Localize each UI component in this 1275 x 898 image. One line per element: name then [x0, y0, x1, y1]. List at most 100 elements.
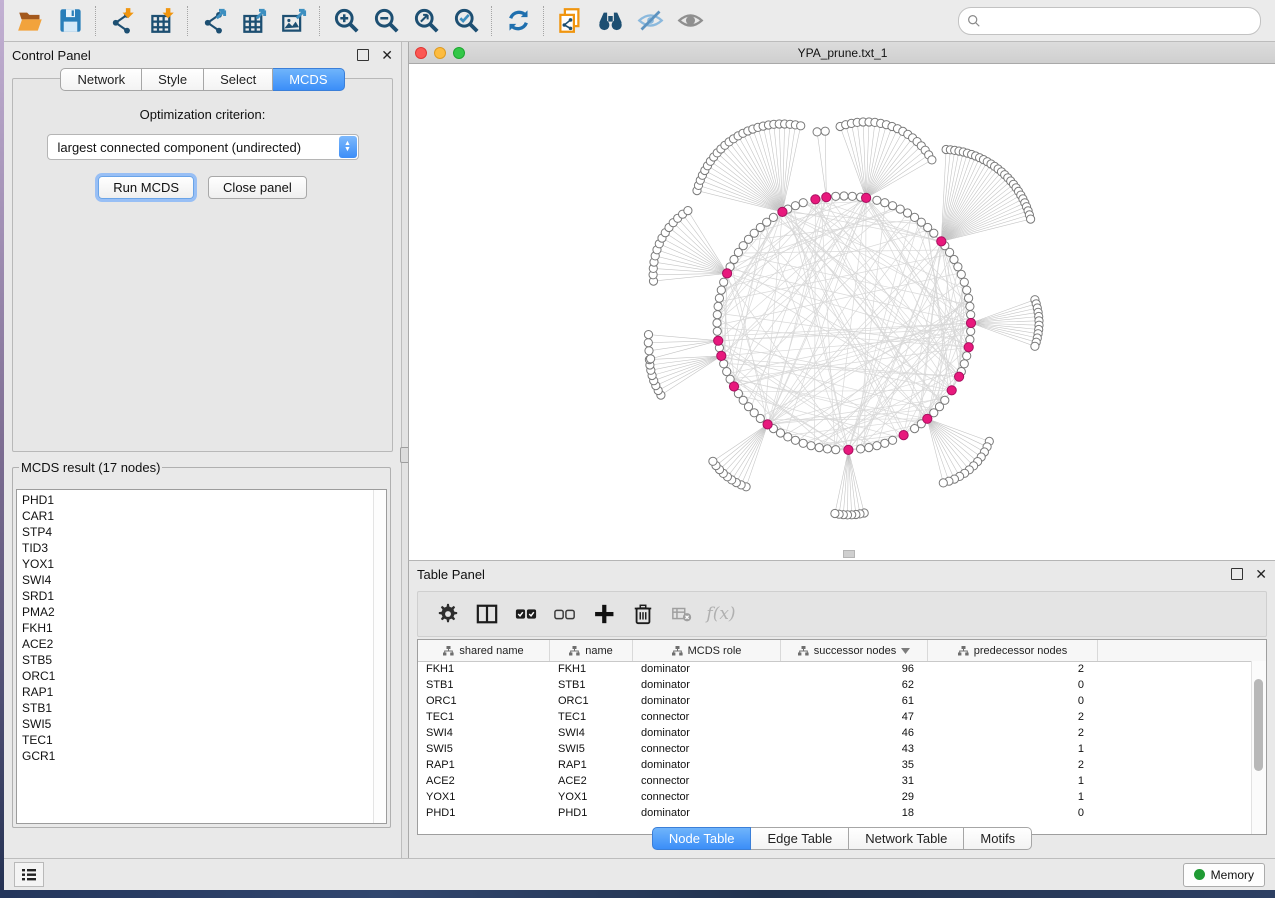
- first-neighbors-icon[interactable]: [590, 4, 630, 38]
- tab-style[interactable]: Style: [142, 68, 204, 91]
- toolbar-separator: [543, 6, 545, 36]
- table-row[interactable]: RAP1RAP1dominator352: [418, 758, 1266, 774]
- cell: RAP1: [550, 758, 633, 774]
- table-row[interactable]: PHD1PHD1dominator180: [418, 806, 1266, 822]
- tab-select[interactable]: Select: [204, 68, 273, 91]
- export-table-icon[interactable]: [234, 4, 274, 38]
- export-image-icon[interactable]: [274, 4, 314, 38]
- criterion-select[interactable]: largest connected component (undirected)…: [47, 134, 359, 160]
- mcds-node-item[interactable]: STB1: [22, 700, 386, 716]
- optimization-criterion-label: Optimization criterion:: [13, 107, 392, 122]
- trash-icon[interactable]: [627, 598, 659, 630]
- table-row[interactable]: YOX1YOX1connector291: [418, 790, 1266, 806]
- close-panel-icon[interactable]: ✕: [381, 50, 393, 60]
- plus-icon[interactable]: [588, 598, 620, 630]
- mcds-node-item[interactable]: TID3: [22, 540, 386, 556]
- hide-selected-icon[interactable]: [630, 4, 670, 38]
- check-pair-icon[interactable]: [510, 598, 542, 630]
- mcds-node-item[interactable]: STB5: [22, 652, 386, 668]
- cell: FKH1: [550, 662, 633, 678]
- canvas-grip[interactable]: [843, 550, 855, 558]
- tab-motifs[interactable]: Motifs: [964, 827, 1032, 850]
- mcds-node-item[interactable]: RAP1: [22, 684, 386, 700]
- cell: SWI4: [550, 726, 633, 742]
- network-titlebar[interactable]: YPA_prune.txt_1: [409, 42, 1275, 64]
- cell: connector: [633, 774, 781, 790]
- close-panel-button[interactable]: Close panel: [208, 176, 307, 199]
- table-scrollbar[interactable]: [1251, 661, 1266, 834]
- result-list-scrollbar[interactable]: [373, 490, 386, 823]
- save-icon[interactable]: [50, 4, 90, 38]
- cell: 43: [781, 742, 928, 758]
- uncheck-pair-icon[interactable]: [549, 598, 581, 630]
- export-network-icon[interactable]: [194, 4, 234, 38]
- float-table-panel-icon[interactable]: [1231, 568, 1243, 580]
- search-box[interactable]: [958, 7, 1261, 35]
- table-row[interactable]: ORC1ORC1dominator610: [418, 694, 1266, 710]
- mcds-node-item[interactable]: GCR1: [22, 748, 386, 764]
- column-header-successor-nodes[interactable]: successor nodes: [781, 640, 928, 661]
- mcds-node-item[interactable]: SRD1: [22, 588, 386, 604]
- criterion-value: largest connected component (undirected): [48, 140, 339, 155]
- refresh-icon[interactable]: [498, 4, 538, 38]
- memory-label: Memory: [1211, 868, 1254, 882]
- column-header-MCDS-role[interactable]: MCDS role: [633, 640, 781, 661]
- zoom-selected-icon[interactable]: [446, 4, 486, 38]
- network-canvas[interactable]: [409, 64, 1275, 560]
- column-header-name[interactable]: name: [550, 640, 633, 661]
- import-table-icon[interactable]: [142, 4, 182, 38]
- mcds-node-item[interactable]: SWI4: [22, 572, 386, 588]
- cell: dominator: [633, 726, 781, 742]
- table-scrollbar-thumb[interactable]: [1254, 679, 1263, 771]
- table-row[interactable]: ACE2ACE2connector311: [418, 774, 1266, 790]
- control-panel: Control Panel ✕ NetworkStyleSelectMCDS O…: [4, 42, 401, 858]
- mcds-node-item[interactable]: STP4: [22, 524, 386, 540]
- table-row[interactable]: SWI5SWI5connector431: [418, 742, 1266, 758]
- table-row[interactable]: SWI4SWI4dominator462: [418, 726, 1266, 742]
- table-delete-icon: [666, 598, 698, 630]
- cell: 1: [928, 774, 1098, 790]
- tab-edge-table[interactable]: Edge Table: [751, 827, 849, 850]
- column-header-predecessor-nodes[interactable]: predecessor nodes: [928, 640, 1098, 661]
- list-icon: [21, 868, 37, 882]
- toolbar-separator: [95, 6, 97, 36]
- zoom-out-icon[interactable]: [366, 4, 406, 38]
- table-row[interactable]: STB1STB1dominator620: [418, 678, 1266, 694]
- mcds-node-item[interactable]: ORC1: [22, 668, 386, 684]
- cell: YOX1: [550, 790, 633, 806]
- cell: STB1: [550, 678, 633, 694]
- zoom-fit-icon[interactable]: [406, 4, 446, 38]
- column-header-shared-name[interactable]: shared name: [418, 640, 550, 661]
- copy-network-icon[interactable]: [550, 4, 590, 38]
- memory-button[interactable]: Memory: [1183, 863, 1265, 887]
- mcds-node-item[interactable]: ACE2: [22, 636, 386, 652]
- table-row[interactable]: TEC1TEC1connector472: [418, 710, 1266, 726]
- status-bar: Memory: [4, 858, 1275, 890]
- tab-node-table[interactable]: Node Table: [652, 827, 752, 850]
- table-row[interactable]: FKH1FKH1dominator962: [418, 662, 1266, 678]
- float-panel-icon[interactable]: [357, 49, 369, 61]
- show-all-icon[interactable]: [670, 4, 710, 38]
- tab-network-table[interactable]: Network Table: [849, 827, 964, 850]
- cell: 2: [928, 726, 1098, 742]
- mcds-node-item[interactable]: PMA2: [22, 604, 386, 620]
- tab-mcds[interactable]: MCDS: [273, 68, 344, 91]
- mcds-node-item[interactable]: CAR1: [22, 508, 386, 524]
- memory-status-icon: [1194, 869, 1205, 880]
- zoom-in-icon[interactable]: [326, 4, 366, 38]
- mcds-node-item[interactable]: TEC1: [22, 732, 386, 748]
- mcds-node-item[interactable]: PHD1: [22, 492, 386, 508]
- import-network-icon[interactable]: [102, 4, 142, 38]
- task-history-button[interactable]: [14, 862, 44, 887]
- open-folder-icon[interactable]: [10, 4, 50, 38]
- mcds-node-item[interactable]: SWI5: [22, 716, 386, 732]
- search-input[interactable]: [986, 13, 1252, 29]
- run-mcds-button[interactable]: Run MCDS: [98, 176, 194, 199]
- tab-network[interactable]: Network: [60, 68, 142, 91]
- mcds-node-item[interactable]: FKH1: [22, 620, 386, 636]
- gear-icon[interactable]: [432, 598, 464, 630]
- close-table-panel-icon[interactable]: ✕: [1255, 569, 1267, 579]
- mcds-node-item[interactable]: YOX1: [22, 556, 386, 572]
- mcds-result-list[interactable]: PHD1CAR1STP4TID3YOX1SWI4SRD1PMA2FKH1ACE2…: [16, 489, 387, 824]
- column-panel-icon[interactable]: [471, 598, 503, 630]
